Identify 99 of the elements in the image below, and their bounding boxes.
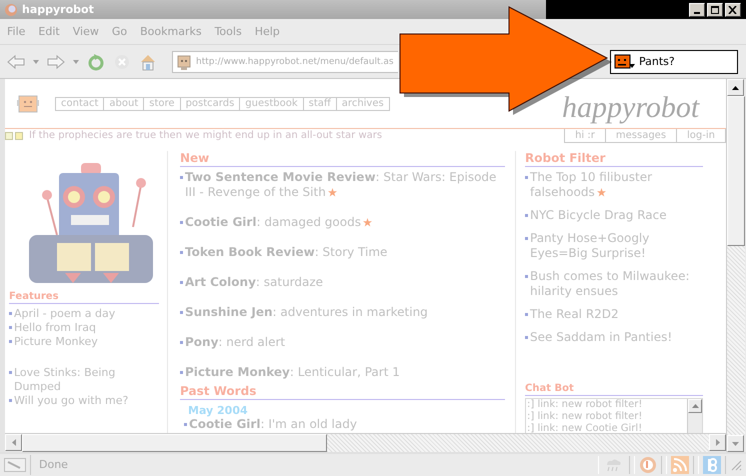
link[interactable]: The Real R2D2 — [530, 307, 619, 322]
scroll-right-button[interactable] — [709, 434, 726, 452]
robot-icon — [17, 94, 39, 114]
connection-icon — [4, 458, 26, 472]
user-link[interactable]: log-in — [676, 129, 725, 142]
bullet-icon — [525, 336, 528, 339]
minimize-button[interactable] — [689, 2, 705, 16]
link[interactable]: Hello from Iraq — [14, 321, 96, 335]
section-heading: Robot Filter — [525, 151, 703, 167]
menu-item[interactable]: Edit — [32, 25, 66, 38]
section-heading: New — [180, 151, 505, 167]
robot-icon — [176, 54, 192, 70]
link[interactable]: Pony: nerd alert — [185, 335, 286, 350]
close-icon — [728, 6, 738, 14]
bullet-icon — [180, 311, 183, 314]
bullet-icon — [9, 340, 12, 343]
nav-link[interactable]: archives — [336, 98, 389, 110]
up-arrow-icon — [692, 404, 698, 408]
browser-logo-icon — [4, 2, 18, 16]
link[interactable]: Bush comes to Milwaukee: hilarity ensues — [530, 269, 703, 299]
nav-link[interactable]: postcards — [180, 98, 240, 110]
link[interactable]: Sunshine Jen: adventures in marketing — [185, 305, 428, 320]
bullet-icon — [525, 176, 528, 179]
link[interactable]: NYC Bicycle Drag Race — [530, 208, 667, 223]
month-heading: May 2004 — [188, 404, 249, 417]
menu-item[interactable]: View — [66, 25, 105, 38]
window-title: happyrobot — [22, 3, 94, 16]
bullet-icon — [180, 221, 183, 224]
scroll-up-button[interactable] — [727, 79, 744, 96]
link[interactable]: Token Book Review: Story Time — [185, 245, 388, 260]
bullet-icon — [180, 251, 183, 254]
nav-link[interactable]: guestbook — [239, 98, 303, 110]
square-logo-icon[interactable] — [703, 456, 721, 474]
link[interactable]: Will you go with me? — [14, 394, 128, 408]
link[interactable]: Love Stinks: Being Dumped — [14, 366, 159, 394]
scrollbar-thumb[interactable] — [727, 96, 745, 246]
menu-item[interactable]: Tools — [208, 25, 248, 38]
maximize-icon — [710, 6, 720, 14]
right-arrow-icon — [716, 439, 720, 446]
left-arrow-icon — [12, 439, 16, 446]
bullet-icon — [180, 281, 183, 284]
down-arrow-icon — [732, 442, 739, 446]
menu-item[interactable]: Help — [248, 25, 286, 38]
tagline: If the prophecies are true then we might end up in an all-out star wars — [29, 130, 382, 141]
chat-line: :] link: new Cootie Girl! — [527, 423, 644, 434]
link[interactable]: Panty Hose+Googly Eyes=Big Surprise! — [530, 231, 703, 261]
bullet-icon — [525, 275, 528, 278]
bullet-icon — [180, 176, 183, 179]
square-icon — [5, 132, 13, 140]
resize-grip-icon[interactable] — [730, 459, 742, 471]
up-arrow-icon — [732, 86, 739, 90]
user-link[interactable]: messages — [604, 129, 676, 142]
rss-icon[interactable] — [671, 456, 689, 474]
link[interactable]: The Top 10 filibuster falsehoods — [530, 170, 703, 200]
section-heading: Features — [9, 291, 159, 304]
nav-link[interactable]: about — [103, 98, 144, 110]
nav-link[interactable]: staff — [302, 98, 336, 110]
status-text: Done — [30, 455, 594, 475]
link[interactable]: See Saddam in Panties! — [530, 330, 672, 345]
section-heading: Chat Bot — [525, 383, 703, 396]
section-heading: Past Words — [180, 384, 505, 400]
square-icon — [15, 132, 23, 140]
bullet-icon — [525, 237, 528, 240]
reload-icon[interactable] — [86, 52, 106, 72]
scrollbar-thumb[interactable] — [22, 434, 327, 452]
chat-line: :] link: new robot filter! — [527, 411, 644, 423]
bullet-icon — [9, 399, 12, 402]
nav-link[interactable]: contact — [56, 98, 104, 110]
maximize-button[interactable] — [707, 2, 723, 16]
link[interactable]: Art Colony: saturdaze — [185, 275, 324, 290]
address-field[interactable]: http://www.happyrobot.net/menu/default.as — [172, 50, 398, 72]
bullet-icon — [9, 371, 12, 374]
link[interactable]: Cootie Girl: damaged goods — [185, 215, 372, 230]
bullet-icon — [525, 214, 528, 217]
bullet-icon — [180, 371, 183, 374]
logo: happyrobot — [562, 91, 700, 125]
search-field[interactable]: Pants? — [610, 50, 738, 74]
link[interactable]: Picture Monkey: Lenticular, Part 1 — [185, 365, 400, 380]
minimize-icon — [694, 12, 700, 14]
bullet-icon — [9, 312, 12, 315]
bullet-icon — [9, 326, 12, 329]
user-link[interactable]: hi :r — [565, 129, 605, 142]
nav-link[interactable]: store — [143, 98, 180, 110]
scroll-down-button[interactable] — [727, 435, 744, 452]
bullet-icon — [180, 341, 183, 344]
music-icon[interactable] — [639, 456, 657, 474]
bullet-icon — [525, 313, 528, 316]
chat-line: :] link: new robot filter! — [527, 399, 644, 411]
menu-item[interactable]: Bookmarks — [134, 25, 208, 38]
link[interactable]: Cootie Girl: I'm an old lady — [189, 417, 357, 432]
link[interactable]: Two Sentence Movie Review: Star Wars: Episode III - Revenge of the Sith — [185, 170, 505, 200]
bullet-icon — [184, 423, 187, 426]
robot-icon[interactable] — [614, 54, 636, 70]
scroll-left-button[interactable] — [5, 434, 22, 452]
close-button[interactable] — [725, 2, 741, 16]
link[interactable]: Picture Monkey — [14, 335, 98, 349]
menu-item[interactable]: Go — [106, 25, 134, 38]
link[interactable]: April - poem a day — [14, 307, 116, 321]
menu-item[interactable]: File — [1, 25, 32, 38]
